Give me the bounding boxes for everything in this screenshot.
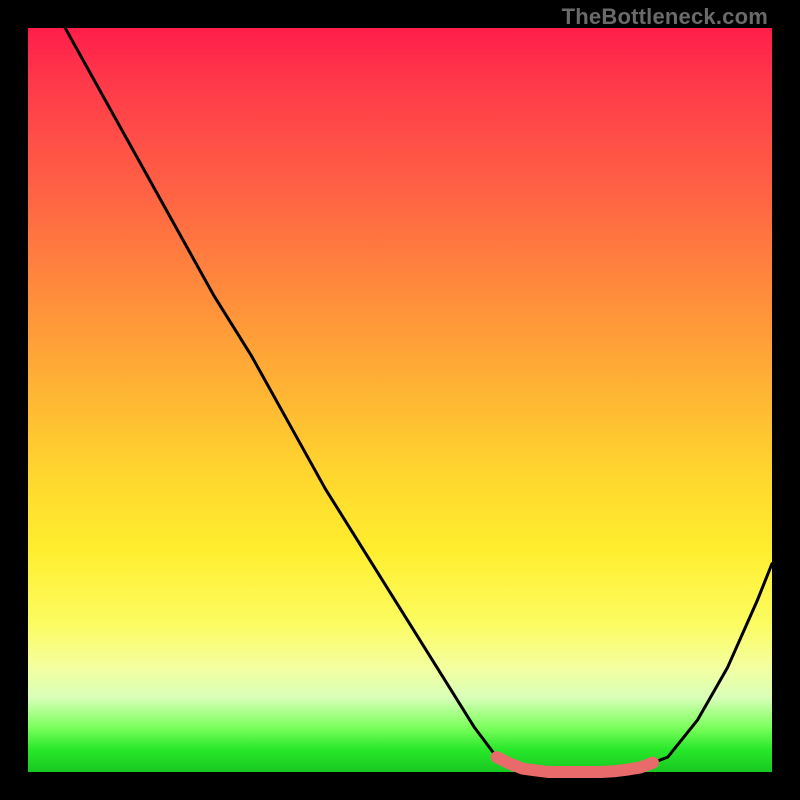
bottleneck-curve-path: [65, 28, 772, 772]
bottleneck-highlight-path: [497, 757, 653, 772]
chart-frame: [28, 28, 772, 772]
bottleneck-curve-svg: [28, 28, 772, 772]
attribution-text: TheBottleneck.com: [562, 4, 768, 30]
